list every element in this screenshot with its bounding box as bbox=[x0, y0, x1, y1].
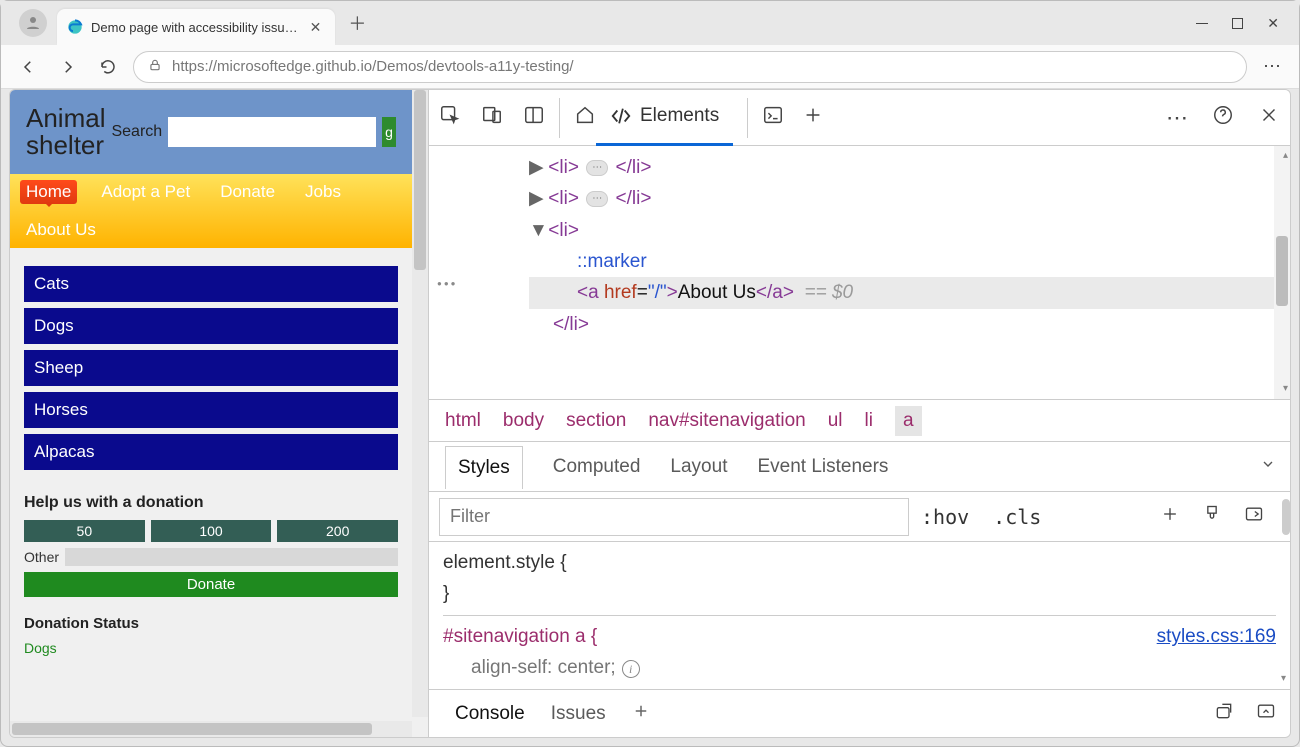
donation-status-heading: Donation Status bbox=[24, 615, 398, 632]
subtab-event-listeners[interactable]: Event Listeners bbox=[757, 456, 888, 478]
window-minimize-icon[interactable] bbox=[1196, 23, 1208, 24]
styles-subtabs: Styles Computed Layout Event Listeners bbox=[429, 441, 1290, 491]
other-amount-input[interactable] bbox=[65, 548, 398, 566]
donation-amount[interactable]: 200 bbox=[277, 520, 398, 542]
search-label: Search bbox=[111, 123, 162, 141]
devtools-drawer: Console Issues bbox=[429, 689, 1290, 737]
category-item[interactable]: Horses bbox=[24, 392, 398, 428]
page-header: Animal shelter Search g bbox=[10, 90, 412, 174]
donation-heading: Help us with a donation bbox=[24, 494, 398, 512]
donate-button[interactable]: Donate bbox=[24, 572, 398, 597]
computed-toggle-icon[interactable] bbox=[1244, 504, 1264, 529]
cls-toggle[interactable]: .cls bbox=[981, 505, 1053, 529]
help-icon[interactable] bbox=[1212, 104, 1234, 131]
device-emulation-icon[interactable] bbox=[481, 104, 503, 131]
dom-breadcrumb[interactable]: html body section nav#sitenavigation ul … bbox=[429, 399, 1290, 441]
category-list: Cats Dogs Sheep Horses Alpacas bbox=[24, 266, 398, 470]
search-input[interactable] bbox=[168, 117, 376, 147]
paint-brush-icon[interactable] bbox=[1202, 504, 1222, 529]
nav-home[interactable]: Home bbox=[20, 180, 77, 204]
category-item[interactable]: Dogs bbox=[24, 308, 398, 344]
styles-toolbar: :hov .cls bbox=[429, 491, 1290, 541]
dock-side-icon[interactable] bbox=[523, 104, 545, 131]
profile-avatar[interactable] bbox=[19, 9, 47, 37]
tab-title: Demo page with accessibility issu… bbox=[91, 20, 298, 35]
dom-selected-element[interactable]: <a href="/">About Us</a> == $0 bbox=[529, 277, 1290, 308]
subtab-computed[interactable]: Computed bbox=[553, 456, 641, 478]
donation-amount-row: 50 100 200 bbox=[24, 520, 398, 542]
subtab-layout[interactable]: Layout bbox=[670, 456, 727, 478]
page-vertical-scrollbar[interactable] bbox=[412, 90, 428, 717]
drawer-tab-console[interactable]: Console bbox=[455, 703, 525, 725]
subtab-styles[interactable]: Styles bbox=[445, 446, 523, 489]
url-field[interactable]: https://microsoftedge.github.io/Demos/de… bbox=[133, 51, 1247, 83]
drawer-tab-issues[interactable]: Issues bbox=[551, 703, 606, 725]
nav-about[interactable]: About Us bbox=[20, 218, 102, 242]
stylesheet-link[interactable]: styles.css:169 bbox=[1157, 622, 1276, 652]
browser-more-icon[interactable]: ⋯ bbox=[1257, 56, 1287, 77]
category-item[interactable]: Cats bbox=[24, 266, 398, 302]
console-quick-icon[interactable] bbox=[762, 104, 784, 131]
donation-amount[interactable]: 100 bbox=[151, 520, 272, 542]
drawer-add-tab-icon[interactable] bbox=[632, 702, 650, 726]
style-rules-pane[interactable]: element.style { } #sitenavigation a { st… bbox=[429, 541, 1290, 689]
inspect-element-icon[interactable] bbox=[439, 104, 461, 131]
tab-elements[interactable]: Elements bbox=[596, 90, 733, 146]
address-bar: https://microsoftedge.github.io/Demos/de… bbox=[1, 45, 1299, 89]
window-maximize-icon[interactable] bbox=[1232, 18, 1243, 29]
edge-favicon bbox=[67, 19, 83, 35]
subtab-more-icon[interactable] bbox=[1260, 456, 1276, 478]
tab-strip: Demo page with accessibility issu… ✕ ＋ ✕ bbox=[1, 1, 1299, 45]
lock-icon bbox=[148, 58, 162, 76]
browser-tab[interactable]: Demo page with accessibility issu… ✕ bbox=[57, 9, 335, 45]
styles-mini-scrollbar[interactable] bbox=[1282, 499, 1290, 535]
category-item[interactable]: Alpacas bbox=[24, 434, 398, 470]
url-text: https://microsoftedge.github.io/Demos/de… bbox=[172, 58, 574, 75]
hov-toggle[interactable]: :hov bbox=[909, 505, 981, 529]
devtools-close-icon[interactable] bbox=[1258, 104, 1280, 131]
drawer-collapse-icon[interactable] bbox=[1256, 701, 1276, 727]
tab-elements-label: Elements bbox=[640, 105, 719, 127]
tab-close-icon[interactable]: ✕ bbox=[306, 17, 326, 38]
new-style-rule-icon[interactable] bbox=[1160, 504, 1180, 529]
page-viewport: Animal shelter Search g Home Adopt a Pet… bbox=[10, 90, 428, 737]
window-controls: ✕ bbox=[1196, 1, 1299, 45]
new-tab-button[interactable]: ＋ bbox=[341, 7, 373, 39]
category-item[interactable]: Sheep bbox=[24, 350, 398, 386]
site-nav: Home Adopt a Pet Donate Jobs About Us bbox=[10, 174, 412, 248]
forward-button[interactable] bbox=[53, 52, 83, 82]
search-go-button[interactable]: g bbox=[382, 117, 396, 147]
dom-tree[interactable]: ▶ <li> ⋯ </li> ▶ <li> ⋯ </li> ▼ <li> ::m… bbox=[429, 146, 1290, 399]
devtools-more-icon[interactable]: ⋯ bbox=[1166, 105, 1188, 131]
styles-filter-input[interactable] bbox=[439, 498, 909, 536]
devtools-toolbar: Elements ⋯ bbox=[429, 90, 1290, 146]
other-label: Other bbox=[24, 549, 59, 565]
drawer-popout-icon[interactable] bbox=[1214, 701, 1234, 727]
refresh-button[interactable] bbox=[93, 52, 123, 82]
nav-adopt[interactable]: Adopt a Pet bbox=[95, 180, 196, 204]
donation-amount[interactable]: 50 bbox=[24, 520, 145, 542]
back-button[interactable] bbox=[13, 52, 43, 82]
nav-jobs[interactable]: Jobs bbox=[299, 180, 347, 204]
add-tab-icon[interactable] bbox=[802, 104, 824, 131]
donation-status-item: Dogs bbox=[24, 640, 398, 656]
info-icon[interactable]: i bbox=[622, 660, 640, 678]
welcome-tab-icon[interactable] bbox=[574, 104, 596, 131]
devtools-panel: Elements ⋯ ▶ <li> ⋯ </li> ▶ <li> ⋯ </li>… bbox=[428, 90, 1290, 737]
window-close-icon[interactable]: ✕ bbox=[1267, 15, 1279, 32]
nav-donate[interactable]: Donate bbox=[214, 180, 281, 204]
dom-scrollbar[interactable]: ▴ ▾ bbox=[1274, 146, 1290, 399]
page-horizontal-scrollbar[interactable] bbox=[10, 721, 412, 737]
site-title: Animal shelter bbox=[26, 105, 105, 160]
